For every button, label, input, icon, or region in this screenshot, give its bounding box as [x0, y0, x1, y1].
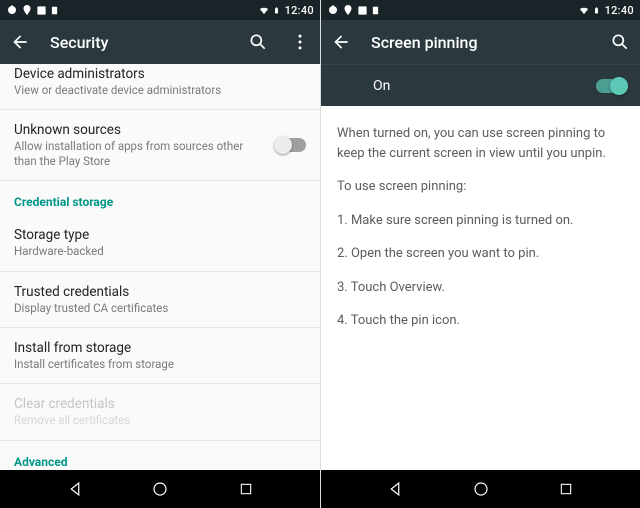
help-step-1: 1. Make sure screen pinning is turned on… [337, 211, 624, 231]
section-credential-storage: Credential storage [0, 181, 320, 215]
item-subtitle: Allow installation of apps from sources … [14, 139, 260, 168]
item-subtitle: Display trusted CA certificates [14, 301, 260, 315]
unknown-sources-toggle[interactable] [276, 138, 306, 152]
square-recent-icon [238, 481, 254, 497]
nav-recent[interactable] [555, 478, 577, 500]
clock: 12:40 [285, 4, 314, 17]
help-text: When turned on, you can use screen pinni… [321, 106, 640, 470]
triangle-back-icon [66, 480, 84, 498]
nav-home[interactable] [149, 478, 171, 500]
page-title: Security [50, 33, 228, 52]
location-icon [21, 4, 33, 16]
screen-security: 12:40 Security Device administrators Vie… [0, 0, 320, 508]
on-toggle-row[interactable]: On [321, 64, 640, 106]
item-title: Install from storage [14, 340, 260, 356]
item-title: Device administrators [14, 66, 260, 82]
item-subtitle: Remove all certificates [14, 413, 260, 427]
section-advanced: Advanced [0, 441, 320, 470]
help-intro: When turned on, you can use screen pinni… [337, 124, 624, 163]
back-button[interactable] [8, 30, 32, 54]
nav-recent[interactable] [235, 478, 257, 500]
triangle-back-icon [386, 480, 404, 498]
nav-bar [0, 470, 320, 508]
item-device-administrators[interactable]: Device administrators View or deactivate… [0, 64, 320, 110]
wifi-icon [257, 5, 271, 16]
back-arrow-icon [331, 32, 351, 52]
more-vert-icon [290, 32, 310, 52]
item-subtitle: Install certificates from storage [14, 357, 260, 371]
search-icon [248, 32, 268, 52]
overflow-button[interactable] [288, 30, 312, 54]
screen-pinning-toggle[interactable] [596, 79, 626, 93]
item-clear-credentials: Clear credentials Remove all certificate… [0, 384, 320, 440]
battery-icon [273, 5, 280, 16]
help-lead: To use screen pinning: [337, 177, 624, 197]
item-title: Storage type [14, 227, 260, 243]
item-subtitle: View or deactivate device administrators [14, 83, 260, 97]
nav-back[interactable] [64, 478, 86, 500]
wifi-icon [577, 5, 591, 16]
status-bar: 12:40 [321, 0, 640, 20]
search-button[interactable] [608, 30, 632, 54]
item-install-from-storage[interactable]: Install from storage Install certificate… [0, 328, 320, 384]
circle-home-icon [151, 480, 169, 498]
page-title: Screen pinning [371, 33, 590, 52]
clock: 12:40 [605, 4, 634, 17]
help-step-3: 3. Touch Overview. [337, 278, 624, 298]
toolbar: Screen pinning [321, 20, 640, 64]
back-button[interactable] [329, 30, 353, 54]
circle-home-icon [472, 480, 490, 498]
image-icon [36, 5, 47, 16]
back-arrow-icon [10, 32, 30, 52]
search-icon [610, 32, 630, 52]
square-recent-icon [558, 481, 574, 497]
item-subtitle: Hardware-backed [14, 244, 260, 258]
nav-back[interactable] [384, 478, 406, 500]
image-icon [357, 5, 368, 16]
item-storage-type[interactable]: Storage type Hardware-backed [0, 215, 320, 271]
bug-icon [6, 4, 18, 16]
battery-icon [593, 5, 600, 16]
help-step-4: 4. Touch the pin icon. [337, 311, 624, 331]
nav-home[interactable] [470, 478, 492, 500]
toggle-label: On [373, 78, 596, 94]
item-trusted-credentials[interactable]: Trusted credentials Display trusted CA c… [0, 272, 320, 328]
item-title: Unknown sources [14, 122, 260, 138]
location-icon [342, 4, 354, 16]
help-step-2: 2. Open the screen you want to pin. [337, 244, 624, 264]
search-button[interactable] [246, 30, 270, 54]
sd-icon [50, 5, 59, 16]
toolbar: Security [0, 20, 320, 64]
screen-screen-pinning: 12:40 Screen pinning On When turned on, … [320, 0, 640, 508]
sd-icon [371, 5, 380, 16]
status-bar: 12:40 [0, 0, 320, 20]
item-title: Trusted credentials [14, 284, 260, 300]
bug-icon [327, 4, 339, 16]
settings-list[interactable]: Device administrators View or deactivate… [0, 64, 320, 470]
item-unknown-sources[interactable]: Unknown sources Allow installation of ap… [0, 110, 320, 181]
nav-bar [321, 470, 640, 508]
item-title: Clear credentials [14, 396, 260, 412]
